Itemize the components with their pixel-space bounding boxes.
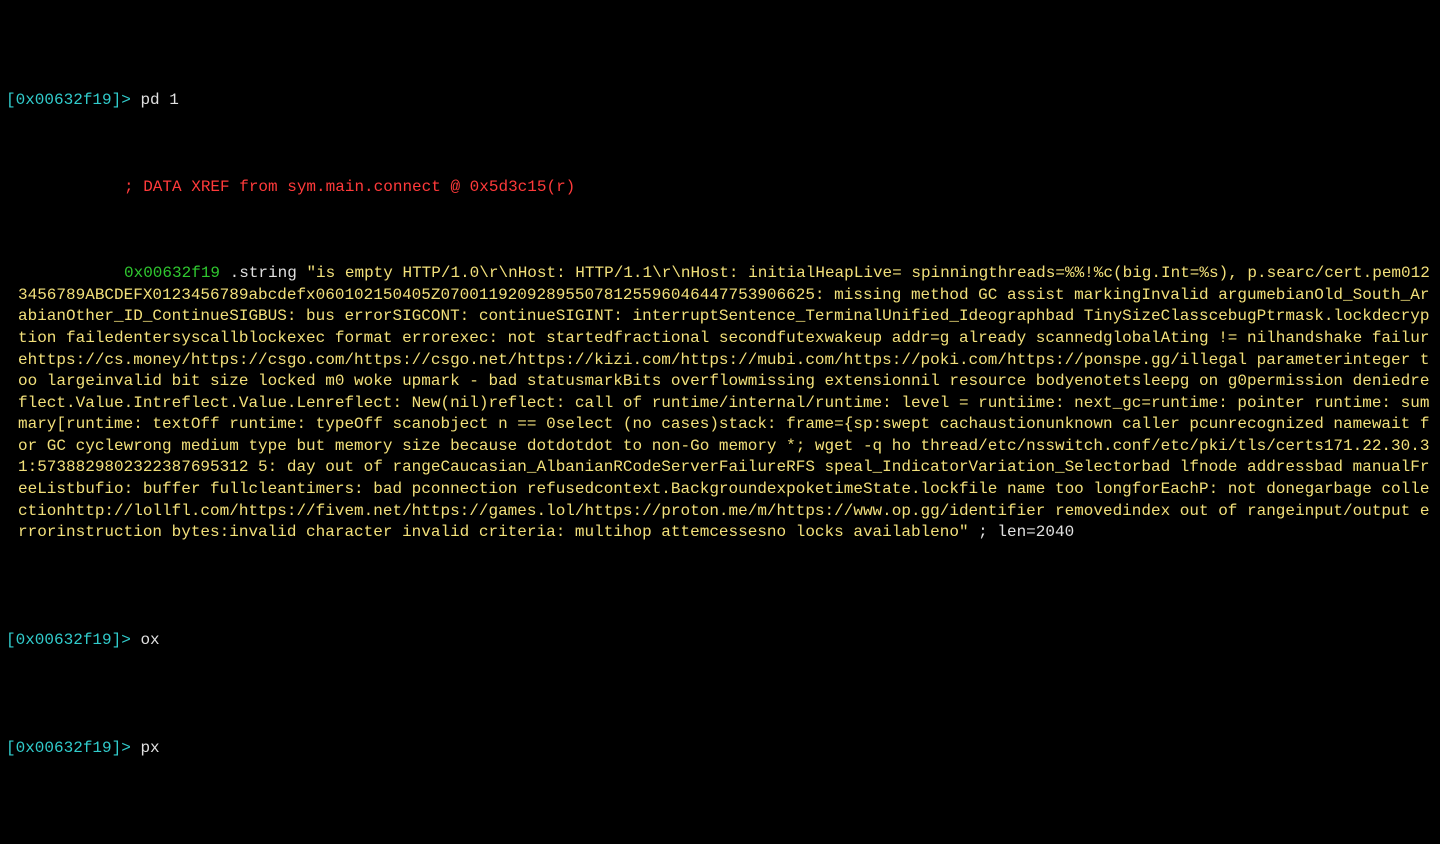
xref-line: ; DATA XREF from sym.main.connect @ 0x5d…	[6, 177, 1434, 199]
prompt: [0x00632f19]>	[6, 631, 131, 649]
cmd-ox: ox	[140, 631, 159, 649]
disasm-line: 0x00632f19 .string "is empty HTTP/1.0\r\…	[6, 263, 1434, 544]
prompt: [0x00632f19]>	[6, 739, 131, 757]
prompt-line-1: [0x00632f19]> pd 1	[6, 90, 1434, 112]
disasm-string: "is empty HTTP/1.0\r\nHost: HTTP/1.1\r\n…	[18, 264, 1430, 541]
cmd-px: px	[140, 739, 159, 757]
xref-comment: ; DATA XREF from sym.main.connect @ 0x5d…	[124, 178, 575, 196]
prompt-line-3: [0x00632f19]> px	[6, 738, 1434, 760]
prompt: [0x00632f19]>	[6, 91, 131, 109]
disasm-addr: 0x00632f19	[124, 264, 220, 282]
prompt-line-2: [0x00632f19]> ox	[6, 630, 1434, 652]
cmd-pd: pd 1	[140, 91, 178, 109]
disasm-op: .string	[230, 264, 297, 282]
disasm-len: ; len=2040	[969, 523, 1075, 541]
terminal[interactable]: [0x00632f19]> pd 1 ; DATA XREF from sym.…	[0, 0, 1440, 844]
